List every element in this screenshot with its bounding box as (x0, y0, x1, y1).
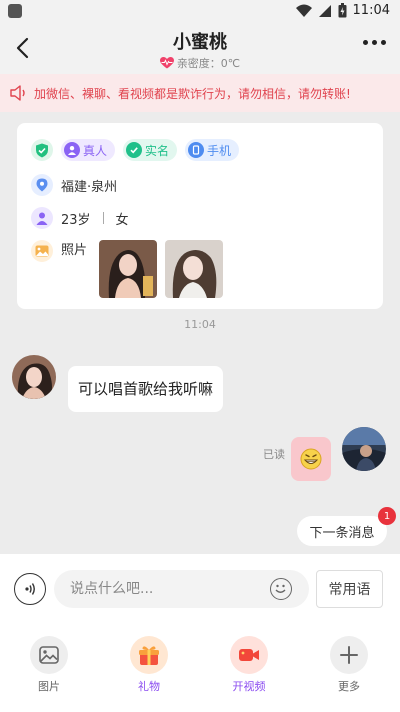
tool-gift[interactable]: 礼物 (124, 636, 174, 694)
voice-wave-icon (25, 583, 35, 595)
person-icon (31, 207, 53, 229)
tool-label: 礼物 (138, 680, 160, 693)
warning-text: 加微信、裸聊、看视频都是欺诈行为，请勿相信，请勿转账! (34, 86, 351, 101)
tag-label: 真人 (83, 143, 108, 158)
heart-pulse-icon (159, 57, 174, 69)
intimacy-row: 亲密度：0℃ (100, 55, 300, 71)
smiley-icon (275, 584, 286, 593)
outgoing-message-bubble[interactable] (291, 437, 331, 481)
tag-label: 手机 (207, 143, 232, 158)
incoming-message-bubble[interactable]: 可以唱首歌给我听嘛 (68, 366, 224, 412)
profile-card: 真人 实名 手机 福建·泉州 23岁 女 照片 (17, 123, 383, 309)
page-title: 小蜜桃 (173, 32, 227, 53)
tag-real-name: 实名 (123, 139, 178, 161)
profile-photo-2[interactable] (165, 240, 224, 298)
verification-row: 真人 实名 手机 (31, 139, 240, 161)
chat-timestamp: 11:04 (184, 318, 216, 331)
phone-icon (188, 142, 205, 158)
tag-phone: 手机 (185, 139, 240, 161)
grinning-emoji-icon (300, 448, 322, 470)
dot-icon (363, 40, 368, 45)
status-time: 11:04 (352, 3, 390, 18)
more-options-button[interactable] (363, 40, 386, 45)
gender-text: 女 (115, 212, 129, 228)
photos-label: 照片 (61, 243, 88, 258)
tool-more[interactable]: 更多 (324, 636, 374, 694)
tool-label: 开视频 (232, 680, 266, 693)
tool-video[interactable]: 开视频 (224, 636, 274, 694)
video-icon (230, 636, 268, 674)
age-gender-row: 23岁 女 (31, 207, 129, 229)
person-icon (64, 142, 80, 158)
location-text: 福建·泉州 (61, 179, 118, 195)
chevron-left-icon (16, 37, 29, 59)
status-bar: 11:04 (0, 0, 400, 24)
check-icon (126, 142, 143, 158)
wifi-icon (295, 4, 312, 17)
back-button[interactable] (12, 36, 36, 60)
dot-icon (381, 40, 386, 45)
tag-label: 实名 (145, 143, 170, 158)
profile-photo-1[interactable] (99, 240, 158, 298)
location-row: 福建·泉州 (31, 174, 117, 196)
bottom-panel: 常用语 图片 礼物 开视频 更多 (0, 554, 400, 712)
plus-icon (330, 636, 368, 674)
divider (102, 212, 104, 224)
signal-icon (318, 4, 331, 17)
image-icon (31, 240, 53, 262)
chat-header: 小蜜桃 亲密度：0℃ (0, 24, 400, 74)
gift-icon (130, 636, 168, 674)
my-avatar[interactable] (342, 427, 386, 471)
fraud-warning-banner: 加微信、裸聊、看视频都是欺诈行为，请勿相信，请勿转账! (0, 74, 400, 112)
shield-check-icon (31, 139, 53, 161)
voice-button[interactable] (14, 573, 46, 605)
photos-row: 照片 (31, 240, 224, 298)
next-message-button[interactable]: 下一条消息 (297, 516, 387, 546)
read-status: 已读 (263, 448, 285, 461)
tool-label: 更多 (338, 680, 360, 693)
image-icon (30, 636, 68, 674)
age-text: 23岁 (61, 212, 91, 228)
emoji-button[interactable] (270, 578, 292, 600)
unread-count-badge: 1 (378, 507, 396, 525)
battery-icon (338, 3, 347, 18)
status-right: 11:04 (295, 3, 390, 18)
title-block: 小蜜桃 亲密度：0℃ (100, 32, 300, 71)
dot-icon (372, 40, 377, 45)
tool-image[interactable]: 图片 (24, 636, 74, 694)
tag-real-person: 真人 (61, 139, 116, 161)
tool-label: 图片 (38, 680, 60, 693)
intimacy-text: 亲密度：0℃ (176, 57, 241, 70)
common-phrases-button[interactable]: 常用语 (316, 570, 383, 608)
app-notification-icon (8, 4, 22, 18)
location-pin-icon (31, 174, 53, 196)
speaker-icon (10, 85, 25, 101)
contact-avatar[interactable] (12, 355, 56, 399)
